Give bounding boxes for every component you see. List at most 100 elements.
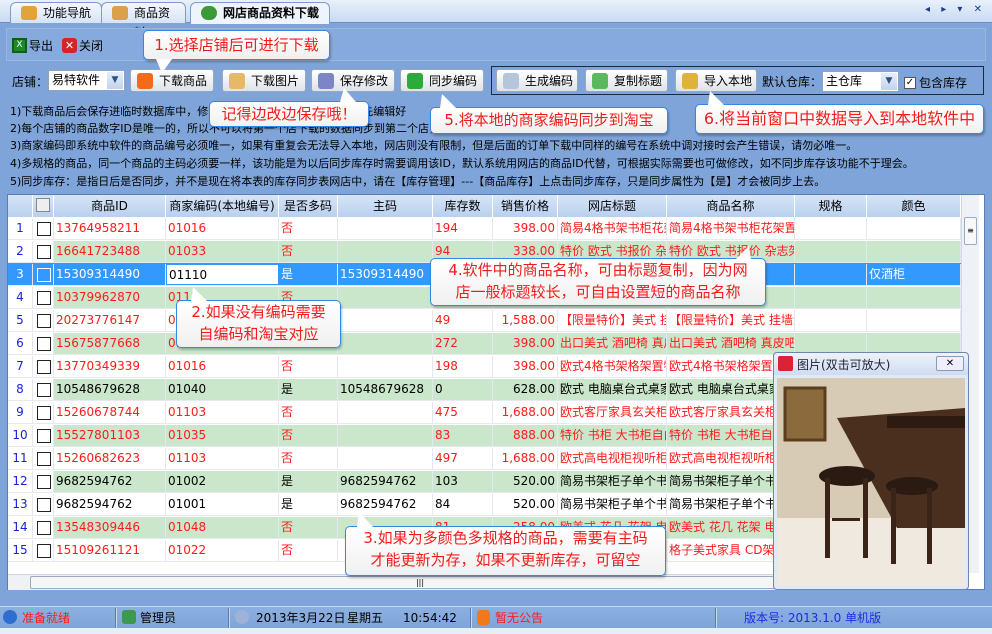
cell-color[interactable]: 仅酒柜	[867, 264, 961, 285]
cell-price[interactable]: 398.00	[493, 218, 558, 239]
row-checkbox[interactable]	[37, 452, 51, 466]
cell-name[interactable]: 简易4格书架书柜花架置物	[667, 218, 795, 239]
cell-multi[interactable]: 是	[279, 379, 338, 400]
row-checkbox[interactable]	[37, 521, 51, 535]
cell-stock[interactable]: 103	[433, 471, 493, 492]
row-checkbox[interactable]	[37, 245, 51, 259]
cell-stock[interactable]: 497	[433, 448, 493, 469]
download-images-button[interactable]: 下载图片	[222, 69, 306, 92]
row-checkbox[interactable]	[37, 268, 51, 282]
cell-spec[interactable]	[795, 333, 867, 354]
cell-price[interactable]: 398.00	[493, 333, 558, 354]
close-button[interactable]: ✕ 关闭	[62, 37, 103, 54]
cell-color[interactable]	[867, 310, 961, 331]
product-photo[interactable]	[777, 378, 965, 586]
cell-price[interactable]: 888.00	[493, 425, 558, 446]
cell-code[interactable]: 01040	[166, 379, 279, 400]
copy-titles-button[interactable]: 复制标题	[585, 69, 668, 92]
cell-price[interactable]: 628.00	[493, 379, 558, 400]
cell-spec[interactable]	[795, 218, 867, 239]
cell-multi[interactable]: 是	[279, 264, 338, 285]
row-checkbox[interactable]	[37, 314, 51, 328]
cell-main[interactable]: 15309314490	[338, 264, 433, 285]
row-checkbox[interactable]	[37, 498, 51, 512]
column-header[interactable]: 商品ID	[54, 195, 166, 217]
image-window[interactable]: 图片(双击可放大) ✕	[773, 352, 969, 590]
column-header[interactable]: 商品名称	[667, 195, 795, 217]
cell-title[interactable]: 简易书架柜子单个书柜储	[558, 494, 667, 515]
cell-main[interactable]	[338, 218, 433, 239]
download-goods-button[interactable]: 下载商品	[130, 69, 214, 92]
table-row[interactable]: 11376495821101016否194398.00简易4格书架书柜花架置物简…	[8, 217, 961, 240]
generate-codes-button[interactable]: 生成编码	[496, 69, 578, 92]
column-header[interactable]: 颜色	[867, 195, 961, 217]
cell-name[interactable]: 【限量特价】美式 挂墙酒	[667, 310, 795, 331]
include-stock-checkbox[interactable]: ✓ 包含库存	[904, 74, 967, 91]
cell-id[interactable]: 10548679628	[54, 379, 166, 400]
cell-id[interactable]: 15260678744	[54, 402, 166, 423]
cell-price[interactable]: 1,688.00	[493, 402, 558, 423]
close-icon[interactable]: ✕	[936, 356, 964, 371]
cell-title[interactable]: 欧式客厅家具玄关柜间厅	[558, 402, 667, 423]
scroll-thumb[interactable]: |||	[30, 576, 810, 589]
cell-multi[interactable]: 是	[279, 494, 338, 515]
cell-multi[interactable]: 是	[279, 471, 338, 492]
row-checkbox[interactable]	[37, 360, 51, 374]
cell-spec[interactable]	[795, 310, 867, 331]
cell-main[interactable]	[338, 402, 433, 423]
row-checkbox[interactable]	[37, 383, 51, 397]
column-header[interactable]: 销售价格	[493, 195, 558, 217]
column-header[interactable]: 规格	[795, 195, 867, 217]
store-select[interactable]: 易特软件 ▼	[48, 70, 125, 91]
cell-multi[interactable]: 否	[279, 356, 338, 377]
cell-id[interactable]: 13548309446	[54, 517, 166, 538]
scroll-thumb[interactable]: ≡	[964, 217, 977, 245]
cell-id[interactable]: 13764958211	[54, 218, 166, 239]
cell-id[interactable]: 15309314490	[54, 264, 166, 285]
row-checkbox[interactable]	[37, 337, 51, 351]
cell-code[interactable]: 01002	[166, 471, 279, 492]
cell-multi[interactable]: 否	[279, 425, 338, 446]
cell-main[interactable]	[338, 310, 433, 331]
cell-code[interactable]: 01103	[166, 448, 279, 469]
cell-code[interactable]: 01016	[166, 356, 279, 377]
cell-multi[interactable]: 否	[279, 540, 338, 561]
header-rownum[interactable]	[8, 195, 33, 217]
row-checkbox[interactable]	[37, 544, 51, 558]
cell-stock[interactable]: 49	[433, 310, 493, 331]
column-header[interactable]: 库存数	[433, 195, 493, 217]
sync-codes-button[interactable]: 同步编码	[400, 69, 484, 92]
code-edit-input[interactable]: 01110	[166, 264, 279, 285]
row-checkbox[interactable]	[37, 475, 51, 489]
window-controls[interactable]: ◂ ▸ ▾ ✕	[925, 4, 986, 15]
cell-main[interactable]	[338, 241, 433, 262]
cell-spec[interactable]	[795, 264, 867, 285]
cell-stock[interactable]: 83	[433, 425, 493, 446]
cell-stock[interactable]: 0	[433, 379, 493, 400]
cell-color[interactable]	[867, 241, 961, 262]
cell-code[interactable]: 01048	[166, 517, 279, 538]
cell-multi[interactable]: 否	[279, 402, 338, 423]
cell-main[interactable]: 9682594762	[338, 471, 433, 492]
cell-spec[interactable]	[795, 287, 867, 308]
cell-id[interactable]: 20273776147	[54, 310, 166, 331]
cell-id[interactable]: 15260682623	[54, 448, 166, 469]
cell-price[interactable]: 398.00	[493, 356, 558, 377]
cell-title[interactable]: 欧式4格书架格架置物架	[558, 356, 667, 377]
cell-multi[interactable]: 否	[279, 448, 338, 469]
cell-multi[interactable]: 否	[279, 517, 338, 538]
cell-color[interactable]	[867, 218, 961, 239]
export-button[interactable]: X 导出	[12, 37, 53, 54]
row-checkbox[interactable]	[37, 291, 51, 305]
cell-color[interactable]	[867, 287, 961, 308]
row-checkbox[interactable]	[37, 406, 51, 420]
cell-name[interactable]: 出口美式 酒吧椅 真皮吧凳	[667, 333, 795, 354]
cell-main[interactable]	[338, 425, 433, 446]
column-header[interactable]: 商家编码(本地编号)	[166, 195, 279, 217]
cell-title[interactable]: 【限量特价】美式 挂墙酒	[558, 310, 667, 331]
row-checkbox[interactable]	[37, 429, 51, 443]
cell-id[interactable]: 9682594762	[54, 494, 166, 515]
cell-code[interactable]: 01103	[166, 402, 279, 423]
header-select-all[interactable]	[33, 195, 54, 217]
cell-price[interactable]: 1,688.00	[493, 448, 558, 469]
